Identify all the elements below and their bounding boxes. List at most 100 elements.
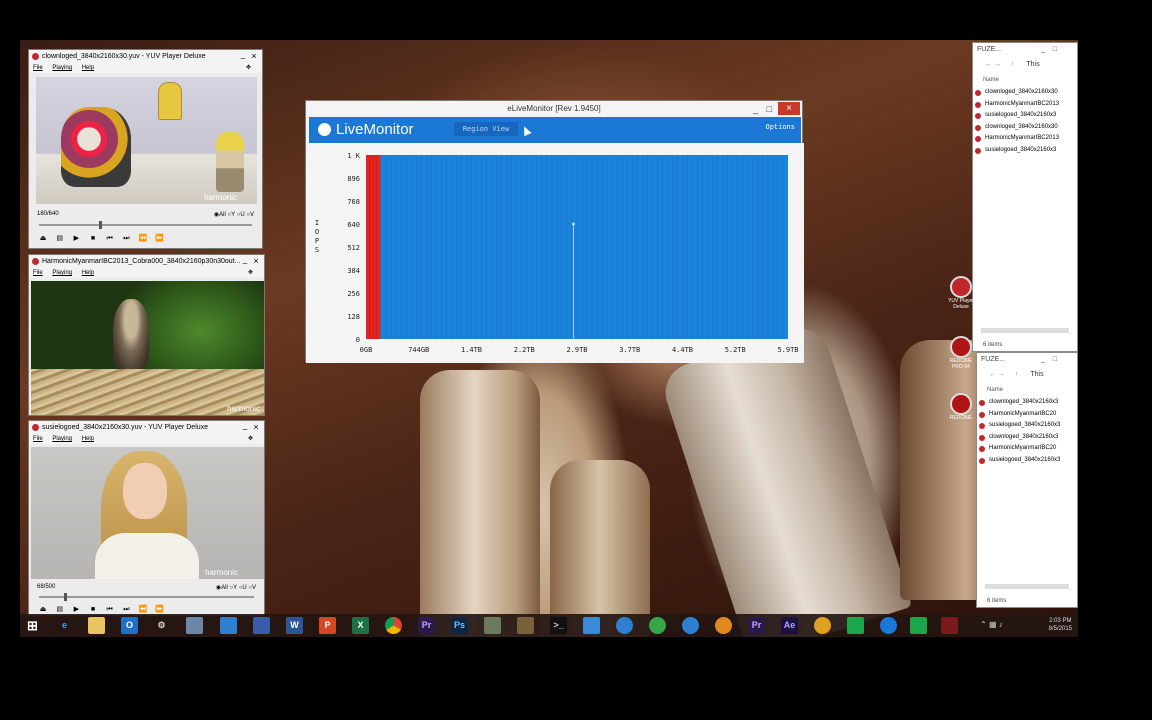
window-titlebar[interactable]: susielogoed_3840x2160x30.yuv - YUV Playe…	[29, 421, 264, 434]
tray-chevron-icon[interactable]: ⌃	[980, 620, 987, 629]
file-explorer-icon[interactable]	[88, 617, 105, 634]
file-item[interactable]: clownloged_3840x2160x3	[977, 397, 1077, 409]
photoshop-icon[interactable]: Ps	[451, 617, 468, 634]
horizontal-scrollbar[interactable]	[985, 584, 1069, 589]
maximize-icon[interactable]: □	[767, 101, 772, 117]
network-tray-icon[interactable]: ▦	[989, 620, 997, 629]
file-item[interactable]: susielogoed_3840x2160x3	[977, 420, 1077, 432]
menu-help[interactable]: Help	[82, 270, 94, 276]
move-icon[interactable]: ✥	[248, 268, 253, 278]
browser-icon[interactable]	[682, 617, 699, 634]
file-item[interactable]: HarmonicMyanmarIBC2013	[973, 133, 1077, 145]
file-item[interactable]: susielogoed_3840x2160x3	[977, 455, 1077, 467]
menu-file[interactable]: File	[33, 436, 43, 442]
monitor-icon[interactable]	[583, 617, 600, 634]
menu-playing[interactable]: Playing	[52, 65, 72, 71]
up-icon[interactable]: ↑	[1015, 371, 1019, 378]
outlook-icon[interactable]: O	[121, 617, 138, 634]
opt-y[interactable]: Y	[231, 212, 235, 218]
paint-icon[interactable]	[186, 617, 203, 634]
chrome-icon[interactable]	[814, 617, 831, 634]
minimize-icon[interactable]: _	[753, 101, 758, 117]
remote-icon[interactable]	[220, 617, 237, 634]
prev-icon[interactable]: ⏮	[104, 234, 116, 244]
desktop-icon-yuv-player[interactable]: YUV Player Deluxe	[946, 276, 976, 310]
seek-thumb[interactable]	[99, 221, 102, 229]
start-button-windows-icon[interactable]: ⊞	[24, 617, 41, 634]
clock[interactable]: 2:03 PM 8/5/2015	[1049, 617, 1072, 633]
minimize-icon[interactable]: _	[240, 422, 250, 432]
word-icon[interactable]: W	[286, 617, 303, 634]
next-icon[interactable]: ⏭	[120, 234, 132, 244]
opt-u[interactable]: U	[242, 585, 246, 591]
rewind-icon[interactable]: ⏪	[137, 234, 149, 244]
window-titlebar[interactable]: FUZE... _ □	[973, 43, 1077, 57]
column-header-name[interactable]: Name	[973, 73, 1077, 87]
nav-path[interactable]: This	[1026, 61, 1039, 68]
desktop-icon-redcine[interactable]: REDCINE	[946, 393, 976, 421]
close-icon[interactable]: ×	[248, 51, 260, 61]
window-titlebar[interactable]: eLiveMonitor [Rev 1.9450] _ □ ×	[306, 101, 802, 117]
premiere-icon[interactable]: Pr	[748, 617, 765, 634]
powerpoint-icon[interactable]: P	[319, 617, 336, 634]
desktop-icon-redcine-pro[interactable]: REDCINE PRO 64	[946, 336, 976, 370]
file-item[interactable]: susielogoed_3840x2160x3	[973, 110, 1077, 122]
browser-icon[interactable]	[616, 617, 633, 634]
gear-icon[interactable]: ⚙	[153, 617, 170, 634]
menu-file[interactable]: File	[33, 270, 43, 276]
minimize-icon[interactable]: _	[238, 51, 248, 61]
window-titlebar[interactable]: FUZE... _ □	[977, 353, 1077, 367]
network-icon[interactable]	[253, 617, 270, 634]
window-titlebar[interactable]: clownloged_3840x2160x30.yuv - YUV Player…	[29, 50, 262, 63]
close-button[interactable]: ×	[778, 102, 800, 115]
forward-icon[interactable]: →	[994, 61, 1001, 68]
menu-help[interactable]: Help	[82, 436, 94, 442]
chrome-icon[interactable]	[385, 617, 402, 634]
menu-playing[interactable]: Playing	[52, 270, 72, 276]
region-view-button[interactable]: Region View	[454, 122, 518, 136]
forward-icon[interactable]: →	[998, 371, 1005, 378]
stop-icon[interactable]: ■	[87, 234, 99, 244]
back-icon[interactable]: ←	[985, 61, 992, 68]
eject-icon[interactable]: ⏏	[37, 234, 49, 244]
move-icon[interactable]: ✥	[248, 434, 253, 444]
forward-icon[interactable]: ⏩	[154, 234, 166, 244]
column-header-name[interactable]: Name	[977, 383, 1077, 397]
tool-icon[interactable]	[517, 617, 534, 634]
opt-u[interactable]: U	[240, 212, 244, 218]
file-item[interactable]: HarmonicMyanmarIBC20	[977, 443, 1077, 455]
horizontal-scrollbar[interactable]	[981, 328, 1069, 333]
seek-slider[interactable]	[39, 593, 254, 601]
minimize-icon[interactable]: _	[1041, 43, 1045, 57]
move-icon[interactable]: ✥	[246, 63, 251, 73]
seek-slider[interactable]	[39, 221, 252, 229]
close-icon[interactable]: ×	[250, 256, 262, 266]
menu-help[interactable]: Help	[82, 65, 94, 71]
opt-all[interactable]: All	[219, 212, 226, 218]
excel-icon[interactable]: X	[352, 617, 369, 634]
minimize-icon[interactable]: _	[240, 256, 250, 266]
ie-icon[interactable]: e	[56, 617, 73, 634]
back-icon[interactable]: ←	[989, 371, 996, 378]
opt-all[interactable]: All	[221, 585, 228, 591]
opt-y[interactable]: Y	[233, 585, 237, 591]
app-icon[interactable]	[910, 617, 927, 634]
file-item[interactable]: HarmonicMyanmarIBC20	[977, 409, 1077, 421]
nav-path[interactable]: This	[1030, 371, 1043, 378]
maximize-icon[interactable]: □	[1053, 353, 1057, 367]
livemonitor-taskbar-icon[interactable]	[880, 617, 897, 634]
volume-icon[interactable]: ♪	[999, 620, 1003, 629]
menu-playing[interactable]: Playing	[52, 436, 72, 442]
yuv-player-taskbar-icon[interactable]	[941, 617, 958, 634]
maximize-icon[interactable]: □	[1053, 43, 1057, 57]
file-item[interactable]: clownloged_3840x2160x30	[973, 87, 1077, 99]
after-effects-icon[interactable]: Ae	[781, 617, 798, 634]
window-titlebar[interactable]: HarmonicMyanmarIBC2013_Cobra000_3840x216…	[29, 255, 264, 268]
close-icon[interactable]: ×	[250, 422, 262, 432]
premiere-icon[interactable]: Pr	[418, 617, 435, 634]
menu-file[interactable]: File	[33, 65, 43, 71]
up-icon[interactable]: ↑	[1011, 61, 1015, 68]
opt-v[interactable]: V	[252, 585, 256, 591]
browser-icon[interactable]	[715, 617, 732, 634]
save-icon[interactable]: ▤	[54, 234, 66, 244]
